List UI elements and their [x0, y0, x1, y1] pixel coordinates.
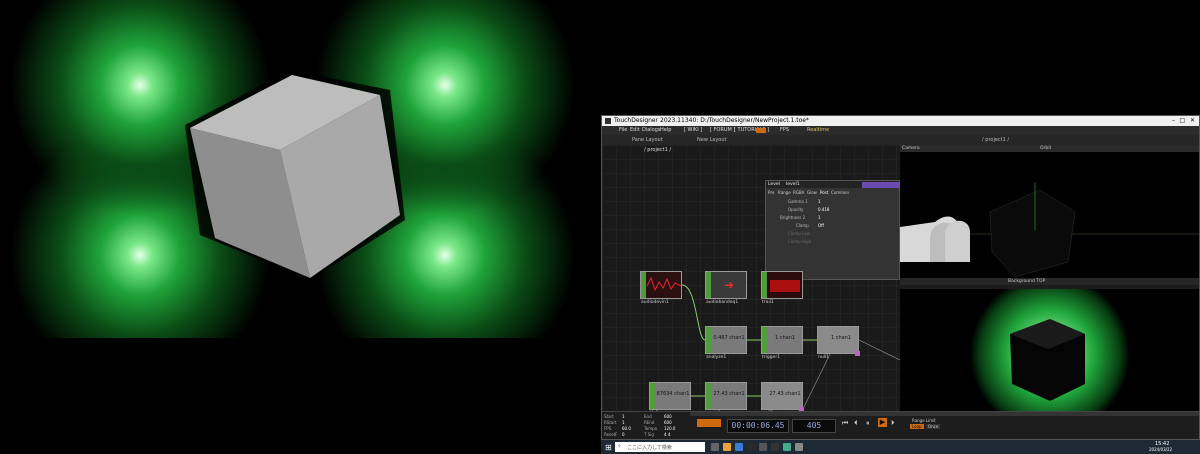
window-title: TouchDesigner 2023.11340: D:/TouchDesign…: [614, 117, 809, 124]
viewer-3d-scene: [900, 182, 1199, 278]
geometry-viewer[interactable]: Camera Orbit Background TOP: [900, 145, 1199, 285]
task-view-icon[interactable]: [711, 443, 719, 451]
taskbar-date[interactable]: 2024/03/22: [1149, 447, 1172, 452]
viewer-path: / project1 /: [982, 137, 1010, 143]
file-explorer-icon[interactable]: [723, 443, 731, 451]
pause-icon[interactable]: ⏸: [866, 419, 870, 428]
search-icon: ⌕: [618, 443, 621, 449]
camera-dropdown[interactable]: Camera: [902, 145, 920, 152]
menu-edit[interactable]: Edit: [630, 126, 640, 135]
play-icon[interactable]: ▶: [878, 418, 887, 427]
node-value: 0.467 chan1: [713, 335, 745, 341]
minimize-icon[interactable]: –: [1172, 116, 1175, 126]
maximize-icon[interactable]: □: [1179, 116, 1185, 126]
new-layout-button[interactable]: New Layout: [697, 135, 727, 145]
settings-icon[interactable]: [759, 443, 767, 451]
network-editor[interactable]: / project1 / Level level1 Pre Range RGBA…: [602, 145, 900, 416]
menu-dialogs[interactable]: Dialogs: [642, 126, 661, 135]
node-math1[interactable]: 27.43 chan1 math1: [705, 382, 747, 416]
menu-file[interactable]: File: [619, 126, 627, 135]
arrow-icon: ➜: [724, 278, 735, 292]
timeline-bar: Start 1 End 600 RStart 1 REnd 600 FPS 60.0 Te…: [602, 411, 1199, 439]
range-limit-label: Range Limit: [912, 418, 936, 423]
node-value: 87634 chan1: [656, 391, 690, 397]
touchdesigner-window: TouchDesigner 2023.11340: D:/TouchDesign…: [601, 115, 1200, 440]
menu-bar: File Edit Dialogs Help [ WIKI ] [ FORUM …: [602, 126, 1199, 135]
orbit-dropdown[interactable]: Orbit: [1040, 145, 1051, 152]
wiki-link[interactable]: [ WIKI ]: [684, 126, 702, 135]
node-audiodevin1[interactable]: audiodevin1: [640, 271, 682, 305]
audio-waveform-thumb: [647, 276, 681, 292]
realtime-toggle[interactable]: Realtime: [807, 126, 829, 135]
trail-thumb: [770, 280, 800, 292]
node-value: 27.43 chan1: [713, 391, 745, 397]
node-analyze1[interactable]: 0.467 chan1 analyze1: [705, 326, 747, 360]
menu-help[interactable]: Help: [660, 126, 671, 135]
app-icon-2[interactable]: [795, 443, 803, 451]
close-icon[interactable]: ✕: [1190, 116, 1195, 126]
step-forward-icon[interactable]: ⏵: [891, 419, 895, 428]
fps-label: FPS: [780, 127, 790, 133]
title-bar: TouchDesigner 2023.11340: D:/TouchDesign…: [602, 116, 1199, 126]
store-icon[interactable]: [747, 443, 755, 451]
loop-button[interactable]: Loop: [910, 424, 924, 429]
app-icon-1[interactable]: [783, 443, 791, 451]
time-settings: Start 1 End 600 RStart 1 REnd 600 FPS 60.0 Te…: [604, 414, 676, 437]
node-null2[interactable]: 27.43 chan1 null2: [761, 382, 804, 416]
pane-layout-button[interactable]: Pane Layout: [632, 135, 663, 145]
perform-toggle[interactable]: [756, 128, 766, 133]
node-value: 1 chan1: [774, 335, 796, 341]
frame-display[interactable]: 405: [792, 419, 836, 433]
background-top-label[interactable]: Background TOP: [1008, 278, 1045, 285]
timecode-mode-button[interactable]: [697, 419, 721, 427]
browser-icon[interactable]: [735, 443, 743, 451]
forum-link[interactable]: [ FORUM ]: [710, 126, 735, 135]
app-icon: [605, 118, 611, 124]
pane-path-bar: Pane Layout New Layout / project1 /: [602, 135, 1199, 145]
touchdesigner-taskbar-icon[interactable]: [771, 443, 779, 451]
node-value: 27.43 chan1: [769, 391, 801, 397]
preview-cube: [1010, 319, 1085, 401]
node-output-flag: [855, 351, 860, 356]
viewer-bottom-bar: Background TOP: [900, 278, 1199, 285]
node-audiobandeq1[interactable]: ➜ audiobandeq1: [705, 271, 747, 305]
node-value: 1 chan1: [830, 335, 852, 341]
search-placeholder: ここに入力して検索: [627, 445, 672, 451]
timeline-ruler[interactable]: [690, 412, 1199, 416]
top-preview-viewer[interactable]: [900, 289, 1199, 411]
once-button[interactable]: Once: [926, 424, 941, 429]
node-lfo1[interactable]: 87634 chan1 lfo1: [649, 382, 691, 416]
node-trigger1[interactable]: 1 chan1 trigger1: [761, 326, 803, 360]
windows-start-icon[interactable]: ⊞: [605, 443, 612, 452]
timecode-display[interactable]: 00:00:06.45: [727, 419, 789, 433]
taskbar-search-box[interactable]: ⌕ ここに入力して検索: [615, 442, 705, 452]
render-output-view: [0, 0, 600, 338]
step-back-icon[interactable]: ⏴: [854, 419, 858, 428]
windows-taskbar: ⊞ ⌕ ここに入力して検索 15:42 2024/03/22: [601, 440, 1200, 454]
viewer-toolbar: Camera Orbit: [900, 145, 1199, 152]
node-null1[interactable]: 1 chan1 null1: [817, 326, 860, 360]
node-trail1[interactable]: trail1: [761, 271, 803, 305]
rewind-icon[interactable]: ⏮: [842, 419, 848, 428]
cube-render: [185, 70, 405, 280]
